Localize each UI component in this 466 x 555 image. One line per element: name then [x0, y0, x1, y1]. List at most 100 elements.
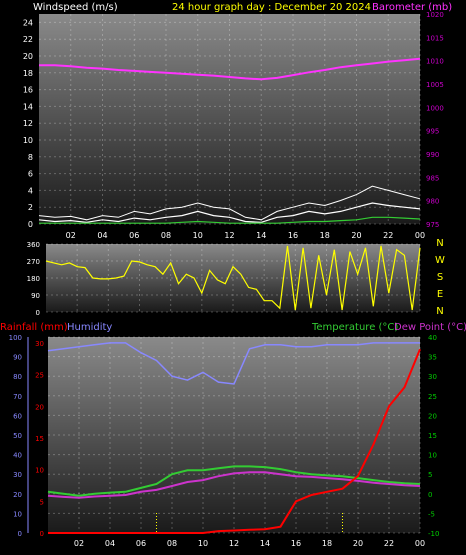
rain-x-tick-label: 10 — [198, 539, 208, 548]
graph-title: 24 hour graph day : December 20 2024 — [172, 2, 371, 13]
temperature-tick-label: 15 — [428, 432, 437, 440]
compass-label-n: N — [436, 306, 443, 317]
windspeed-tick-label: 10 — [23, 136, 33, 145]
compass-label-w: W — [435, 255, 445, 266]
rainfall-tick-label: 20 — [35, 403, 44, 411]
dewpoint-axis-title: Dew Point (°C) — [394, 322, 466, 333]
humidity-tick-label: 50 — [13, 432, 22, 440]
humidity-tick-label: 10 — [13, 510, 22, 518]
humidity-tick-label: 40 — [13, 452, 22, 460]
rainfall-axis-title: Rainfall (mm) — [0, 322, 68, 333]
temperature-tick-label: 20 — [428, 412, 437, 420]
wind-x-tick-label: 16 — [288, 231, 298, 240]
rainfall-tick-label: 30 — [35, 340, 44, 348]
compass-labels: NWSEN — [435, 238, 445, 317]
wind-x-tick-label: 20 — [351, 231, 361, 240]
windspeed-tick-label: 18 — [23, 69, 33, 78]
rainfall-tick-label: 25 — [35, 372, 44, 380]
windspeed-y-axis: 024681012141618202224 — [23, 18, 33, 229]
rain-x-tick-label: 06 — [136, 539, 146, 548]
humidity-tick-label: 80 — [13, 373, 22, 381]
windspeed-tick-label: 2 — [28, 203, 33, 212]
temperature-tick-label: -10 — [428, 530, 439, 538]
rainfall-tick-label: 10 — [35, 467, 44, 475]
barometer-tick-label: 1005 — [426, 81, 444, 89]
direction-tick-label: 0 — [36, 309, 40, 317]
wind-x-tick-label: 14 — [256, 231, 266, 240]
direction-tick-label: 180 — [27, 275, 40, 283]
rainfall-tick-label: 0 — [40, 530, 44, 538]
rain-x-tick-label: 00 — [415, 539, 425, 548]
barometer-tick-label: 1010 — [426, 58, 444, 66]
rain-x-tick-label: 16 — [291, 539, 301, 548]
windspeed-tick-label: 4 — [28, 186, 33, 195]
temperature-tick-label: 5 — [428, 471, 432, 479]
windspeed-tick-label: 24 — [23, 18, 33, 27]
weather-graph: Windspeed (m/s) 24 hour graph day : Dece… — [0, 2, 466, 548]
barometer-tick-label: 975 — [426, 221, 439, 229]
barometer-tick-label: 1015 — [426, 34, 444, 42]
temperature-axis-title: Temperature (°C) — [311, 322, 398, 333]
direction-tick-label: 360 — [27, 241, 40, 249]
rain-x-tick-label: 04 — [105, 539, 115, 548]
barometer-tick-label: 1000 — [426, 104, 444, 112]
barometer-tick-label: 1020 — [426, 11, 444, 19]
temperature-tick-label: 0 — [428, 491, 432, 499]
wind-x-tick-label: 06 — [129, 231, 139, 240]
direction-tick-label: 270 — [27, 258, 40, 266]
temperature-tick-label: -5 — [428, 510, 435, 518]
barometer-tick-label: 990 — [426, 151, 439, 159]
wind-x-tick-label: 22 — [383, 231, 393, 240]
windspeed-tick-label: 12 — [23, 119, 33, 128]
rainfall-tick-label: 5 — [40, 498, 44, 506]
rain-x-tick-label: 18 — [322, 539, 332, 548]
temperature-tick-label: 30 — [428, 373, 437, 381]
temperature-tick-label: 10 — [428, 452, 437, 460]
temperature-tick-label: 35 — [428, 354, 437, 362]
wind-x-tick-label: 08 — [161, 231, 171, 240]
windspeed-tick-label: 6 — [28, 170, 33, 179]
windspeed-tick-label: 0 — [28, 220, 33, 229]
humidity-tick-label: 70 — [13, 393, 22, 401]
wind-x-tick-label: 12 — [224, 231, 234, 240]
rain-x-tick-label: 14 — [260, 539, 270, 548]
humidity-axis-title: Humidity — [67, 322, 112, 333]
rainfall-tick-label: 15 — [35, 435, 44, 443]
direction-y-axis: 0 90 180 270 360 — [27, 241, 40, 317]
windspeed-tick-label: 8 — [28, 153, 33, 162]
windspeed-tick-label: 14 — [23, 102, 33, 111]
wind-x-tick-label: 04 — [97, 231, 107, 240]
wind-x-tick-label: 02 — [66, 231, 76, 240]
temperature-tick-label: 40 — [428, 334, 437, 342]
humidity-tick-label: 90 — [13, 354, 22, 362]
rain-panel-x-axis: 02 04 06 08 10 12 14 16 18 20 22 00 — [74, 539, 425, 548]
barometer-y-axis: 975 980 985 990 995 1000 1005 1010 1015 1020 — [426, 11, 444, 229]
windspeed-tick-label: 20 — [23, 52, 33, 61]
humidity-tick-label: 60 — [13, 412, 22, 420]
compass-label-e: E — [437, 289, 443, 300]
humidity-y-axis: 0 10 20 30 40 50 60 70 80 90 100 — [9, 334, 29, 538]
wind-x-tick-label: 18 — [320, 231, 330, 240]
wind-panel-x-axis: 02 04 06 08 10 12 14 16 18 20 22 00 — [66, 231, 425, 240]
humidity-tick-label: 0 — [18, 530, 22, 538]
rain-x-tick-label: 12 — [229, 539, 239, 548]
windspeed-tick-label: 16 — [23, 86, 33, 95]
temperature-y-axis: -10 -5 0 5 10 15 20 25 30 35 40 — [428, 334, 439, 538]
windspeed-tick-label: 22 — [23, 35, 33, 44]
wind-x-tick-label: 10 — [193, 231, 203, 240]
rain-x-tick-label: 02 — [74, 539, 84, 548]
direction-tick-label: 90 — [31, 292, 40, 300]
temperature-tick-label: 25 — [428, 393, 437, 401]
rain-x-tick-label: 08 — [167, 539, 177, 548]
humidity-tick-label: 20 — [13, 491, 22, 499]
compass-label-s: S — [437, 272, 443, 283]
barometer-tick-label: 985 — [426, 174, 439, 182]
humidity-tick-label: 100 — [9, 334, 22, 342]
windspeed-axis-title: Windspeed (m/s) — [33, 2, 118, 13]
compass-label-n: N — [436, 238, 443, 249]
barometer-tick-label: 995 — [426, 128, 439, 136]
rainfall-y-axis: 0 5 10 15 20 25 30 — [35, 340, 44, 538]
humidity-tick-label: 30 — [13, 471, 22, 479]
rain-x-tick-label: 20 — [353, 539, 363, 548]
rain-x-tick-label: 22 — [384, 539, 394, 548]
